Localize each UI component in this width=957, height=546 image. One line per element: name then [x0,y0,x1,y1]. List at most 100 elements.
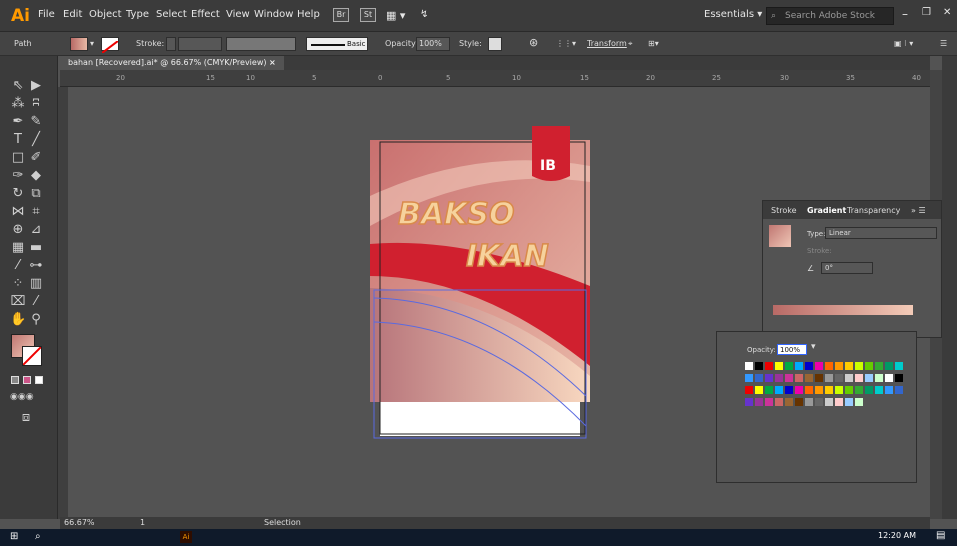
color-swatch[interactable] [855,398,863,406]
select-similar-icon[interactable]: ⊞▾ [648,39,659,48]
search-icon[interactable]: ⌕ [35,531,41,542]
menu-object[interactable]: Object [89,9,122,20]
line-tool-icon[interactable]: ╱ [28,132,44,147]
panel-menu-icon[interactable]: » ☰ [911,206,926,215]
recolor-artwork-icon[interactable]: ⊛ [529,36,538,49]
artboard-tool-icon[interactable]: ⌧ [10,294,26,309]
arrange-icon[interactable]: ▣ ⁝ ▾ [894,39,913,48]
perspective-grid-tool-icon[interactable]: ⊿ [28,222,44,237]
color-swatch[interactable] [745,374,753,382]
menu-view[interactable]: View [226,9,250,20]
color-swatch[interactable] [885,386,893,394]
color-swatch[interactable] [815,398,823,406]
restore-button[interactable]: ❐ [922,7,931,18]
color-swatch[interactable] [765,362,773,370]
color-swatch[interactable] [805,398,813,406]
close-tab-button[interactable]: × [269,58,276,67]
color-swatch[interactable] [875,374,883,382]
color-swatch[interactable] [775,386,783,394]
eyedropper-tool-icon[interactable]: ⁄ [10,258,26,273]
status-mode[interactable]: Selection [264,518,301,527]
color-swatch[interactable] [875,386,883,394]
brush-definition[interactable]: Basic [306,37,368,51]
menu-edit[interactable]: Edit [63,9,82,20]
fill-color-button[interactable] [70,37,88,51]
rotate-tool-icon[interactable]: ↻ [10,186,26,201]
menu-select[interactable]: Select [156,9,187,20]
illustrator-taskbar-icon[interactable]: Ai [180,531,192,543]
gradient-tool-icon[interactable]: ▬ [28,240,44,255]
rectangle-tool-icon[interactable]: □ [10,150,26,165]
color-swatch[interactable] [855,386,863,394]
color-swatch[interactable] [785,398,793,406]
opacity-field[interactable]: 100% [777,344,807,355]
color-swatch[interactable] [895,386,903,394]
blend-tool-icon[interactable]: ⊶ [28,258,44,273]
color-swatch[interactable] [745,362,753,370]
menu-type[interactable]: Type [126,9,149,20]
menu-help[interactable]: Help [297,9,320,20]
isolate-icon[interactable]: ⌖ [628,39,633,49]
column-graph-tool-icon[interactable]: ▥ [28,276,44,291]
stroke-color-button[interactable] [101,37,119,54]
color-swatch[interactable] [835,398,843,406]
selection-tool-icon[interactable]: ⇖ [10,78,26,93]
artboard-number[interactable]: 1 [140,518,145,527]
gradient-mode-button[interactable] [23,376,31,384]
color-swatch[interactable] [825,374,833,382]
pen-tool-icon[interactable]: ✒ [10,114,26,129]
color-swatch[interactable] [765,374,773,382]
panel-menu-icon[interactable]: ☰ [940,39,947,48]
color-swatch[interactable] [825,398,833,406]
menu-file[interactable]: File [38,9,55,20]
color-swatch[interactable] [805,386,813,394]
color-swatch[interactable] [815,362,823,370]
zoom-tool-icon[interactable]: ⚲ [28,312,44,327]
color-swatch[interactable] [745,398,753,406]
opacity-input[interactable]: 100% [416,37,450,51]
color-swatch[interactable] [755,398,763,406]
color-swatch[interactable] [755,374,763,382]
magic-wand-tool-icon[interactable]: ⁂ [10,96,26,111]
document-tab[interactable]: bahan [Recovered].ai* @ 66.67% (CMYK/Pre… [60,56,284,70]
shape-builder-tool-icon[interactable]: ⊕ [10,222,26,237]
zoom-level[interactable]: 66.67% [64,518,95,527]
color-swatch[interactable] [825,386,833,394]
arrange-documents-icon[interactable]: ▦ ▾ [386,9,405,22]
draw-mode-icon[interactable]: ◉◉◉ [10,392,34,402]
color-swatch[interactable] [775,362,783,370]
fill-dropdown-icon[interactable]: ▾ [90,39,94,48]
color-swatch[interactable] [895,362,903,370]
color-swatch[interactable] [865,386,873,394]
menu-effect[interactable]: Effect [191,9,220,20]
color-swatch[interactable] [815,374,823,382]
minimize-button[interactable]: – [902,7,908,21]
stock-button[interactable]: St [360,8,376,22]
workspace-switcher[interactable]: Essentials ▾ [704,9,762,20]
curvature-tool-icon[interactable]: ✎ [28,114,44,129]
color-swatch[interactable] [825,362,833,370]
color-swatch[interactable] [795,386,803,394]
color-swatch[interactable] [845,386,853,394]
color-swatch[interactable] [875,362,883,370]
color-swatch[interactable] [845,398,853,406]
color-swatch[interactable] [765,386,773,394]
lasso-tool-icon[interactable]: ʭ [28,96,44,111]
gradient-slider[interactable] [773,305,913,315]
close-window-button[interactable]: ✕ [943,7,951,18]
width-tool-icon[interactable]: ⋈ [10,204,26,219]
color-swatch[interactable] [855,362,863,370]
windows-start-icon[interactable]: ⊞ [10,531,18,542]
stroke-swatch[interactable] [22,346,42,366]
color-swatch[interactable] [885,374,893,382]
color-swatch[interactable] [775,374,783,382]
color-swatch[interactable] [845,374,853,382]
tab-gradient[interactable]: Gradient [807,206,846,215]
color-swatch[interactable] [785,362,793,370]
gpu-performance-icon[interactable]: ↯ [420,9,428,20]
color-mode-button[interactable] [11,376,19,384]
symbol-sprayer-tool-icon[interactable]: ⁘ [10,276,26,291]
hand-tool-icon[interactable]: ✋ [10,312,26,327]
paintbrush-tool-icon[interactable]: ✐ [28,150,44,165]
screen-mode-icon[interactable]: ⧈ [18,410,34,425]
